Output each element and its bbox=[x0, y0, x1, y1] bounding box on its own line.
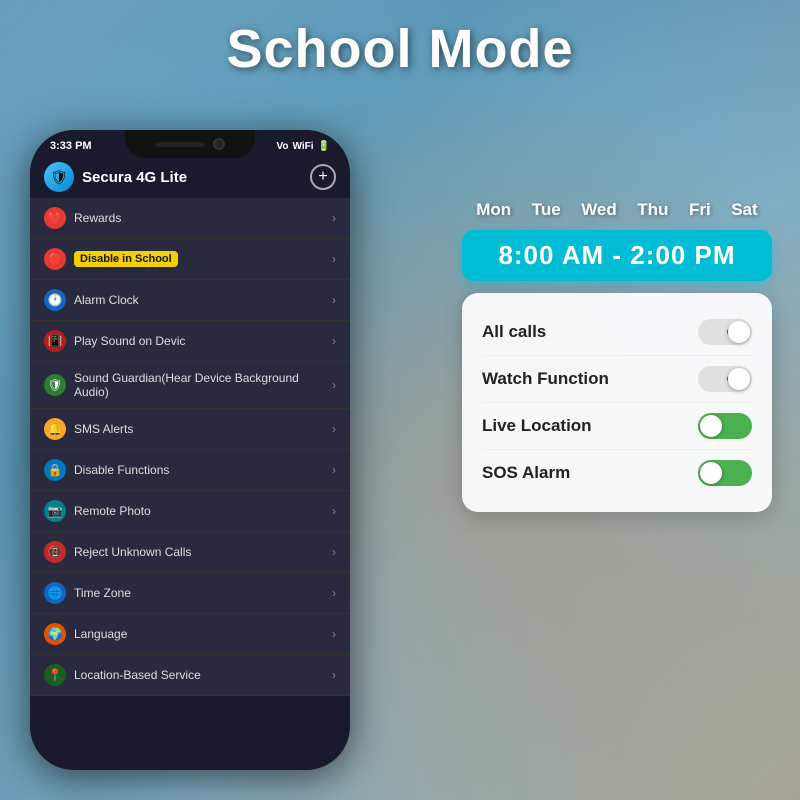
menu-item-language[interactable]: 🌍 Language › bbox=[30, 614, 350, 655]
menu-item-time-zone[interactable]: 🌐 Time Zone › bbox=[30, 573, 350, 614]
live-location-toggle[interactable]: ON bbox=[698, 413, 752, 439]
live-location-label: Live Location bbox=[482, 416, 592, 436]
add-button[interactable]: + bbox=[310, 164, 336, 190]
right-panel: Mon Tue Wed Thu Fri Sat 8:00 AM - 2:00 PM All… bbox=[462, 200, 772, 512]
play-sound-label: Play Sound on Devic bbox=[74, 334, 185, 348]
sound-guardian-label: Sound Guardian(Hear Device Background Au… bbox=[74, 371, 332, 399]
menu-item-alarm-clock[interactable]: 🕐 Alarm Clock › bbox=[30, 280, 350, 321]
live-location-toggle-knob bbox=[700, 415, 722, 437]
language-label: Language bbox=[74, 627, 127, 641]
play-sound-chevron: › bbox=[332, 334, 336, 348]
app-header: 🛡 Secura 4G Lite + bbox=[30, 156, 350, 198]
status-icons: Vo WiFi 🔋 bbox=[276, 141, 330, 152]
settings-row-watch-function: Watch Function OFF bbox=[482, 356, 752, 403]
disable-functions-label: Disable Functions bbox=[74, 463, 169, 477]
disable-functions-chevron: › bbox=[332, 463, 336, 477]
all-calls-toggle-knob bbox=[728, 321, 750, 343]
days-row: Mon Tue Wed Thu Fri Sat bbox=[462, 200, 772, 220]
phone-notch bbox=[125, 130, 255, 158]
sos-alarm-toggle-knob bbox=[700, 462, 722, 484]
sos-alarm-label: SOS Alarm bbox=[482, 463, 570, 483]
rewards-icon: ❤️ bbox=[44, 207, 66, 229]
menu-list: ❤️ Rewards › 🔴 Disable in School › 🕐 Alarm Cloc… bbox=[30, 198, 350, 696]
sound-guardian-chevron: › bbox=[332, 378, 336, 392]
play-sound-icon: 📳 bbox=[44, 330, 66, 352]
settings-row-live-location: Live Location ON bbox=[482, 403, 752, 450]
remote-photo-chevron: › bbox=[332, 504, 336, 518]
time-zone-chevron: › bbox=[332, 586, 336, 600]
menu-item-sound-guardian[interactable]: 🛡 Sound Guardian(Hear Device Background A… bbox=[30, 362, 350, 409]
alarm-clock-label: Alarm Clock bbox=[74, 293, 139, 307]
location-service-icon: 📍 bbox=[44, 664, 66, 686]
menu-item-sms-alerts[interactable]: 🔔 SMS Alerts › bbox=[30, 409, 350, 450]
disable-functions-icon: 🔒 bbox=[44, 459, 66, 481]
day-wed: Wed bbox=[581, 200, 617, 220]
time-zone-label: Time Zone bbox=[74, 586, 131, 600]
menu-item-disable-functions[interactable]: 🔒 Disable Functions › bbox=[30, 450, 350, 491]
sound-guardian-icon: 🛡 bbox=[44, 374, 66, 396]
menu-item-disable-in-school[interactable]: 🔴 Disable in School › bbox=[30, 239, 350, 280]
day-sat: Sat bbox=[731, 200, 757, 220]
notch-camera bbox=[213, 138, 225, 150]
app-icon: 🛡 bbox=[44, 162, 74, 192]
alarm-clock-icon: 🕐 bbox=[44, 289, 66, 311]
menu-item-rewards[interactable]: ❤️ Rewards › bbox=[30, 198, 350, 239]
page-title: School Mode bbox=[0, 18, 800, 80]
remote-photo-label: Remote Photo bbox=[74, 504, 151, 518]
notch-speaker bbox=[155, 142, 205, 147]
disable-in-school-chevron: › bbox=[332, 252, 336, 266]
sms-alerts-label: SMS Alerts bbox=[74, 422, 133, 436]
sms-alerts-chevron: › bbox=[332, 422, 336, 436]
remote-photo-icon: 📷 bbox=[44, 500, 66, 522]
reject-calls-label: Reject Unknown Calls bbox=[74, 545, 191, 559]
settings-card: All calls OFF Watch Function OFF Live Locati… bbox=[462, 293, 772, 512]
time-zone-icon: 🌐 bbox=[44, 582, 66, 604]
day-tue: Tue bbox=[532, 200, 561, 220]
app-name: Secura 4G Lite bbox=[82, 169, 187, 186]
time-bar: 8:00 AM - 2:00 PM bbox=[462, 230, 772, 281]
settings-row-all-calls: All calls OFF bbox=[482, 309, 752, 356]
location-service-chevron: › bbox=[332, 668, 336, 682]
menu-item-play-sound[interactable]: 📳 Play Sound on Devic › bbox=[30, 321, 350, 362]
disable-in-school-badge: Disable in School bbox=[74, 251, 178, 267]
menu-item-reject-calls[interactable]: 📵 Reject Unknown Calls › bbox=[30, 532, 350, 573]
settings-row-sos-alarm: SOS Alarm ON bbox=[482, 450, 752, 496]
rewards-chevron: › bbox=[332, 211, 336, 225]
watch-function-toggle[interactable]: OFF bbox=[698, 366, 752, 392]
location-service-label: Location-Based Service bbox=[74, 668, 201, 682]
sos-alarm-toggle[interactable]: ON bbox=[698, 460, 752, 486]
menu-item-remote-photo[interactable]: 📷 Remote Photo › bbox=[30, 491, 350, 532]
watch-function-label: Watch Function bbox=[482, 369, 609, 389]
status-time: 3:33 PM bbox=[50, 140, 92, 152]
sms-alerts-icon: 🔔 bbox=[44, 418, 66, 440]
rewards-label: Rewards bbox=[74, 211, 121, 225]
day-fri: Fri bbox=[689, 200, 711, 220]
language-icon: 🌍 bbox=[44, 623, 66, 645]
day-thu: Thu bbox=[637, 200, 668, 220]
all-calls-label: All calls bbox=[482, 322, 546, 342]
phone-mockup: 3:33 PM Vo WiFi 🔋 🛡 Secura 4G Lite + ❤️ bbox=[30, 130, 350, 770]
watch-function-toggle-knob bbox=[728, 368, 750, 390]
alarm-clock-chevron: › bbox=[332, 293, 336, 307]
reject-calls-chevron: › bbox=[332, 545, 336, 559]
day-mon: Mon bbox=[476, 200, 511, 220]
all-calls-toggle[interactable]: OFF bbox=[698, 319, 752, 345]
disable-in-school-icon: 🔴 bbox=[44, 248, 66, 270]
reject-calls-icon: 📵 bbox=[44, 541, 66, 563]
language-chevron: › bbox=[332, 627, 336, 641]
menu-item-location-service[interactable]: 📍 Location-Based Service › bbox=[30, 655, 350, 696]
